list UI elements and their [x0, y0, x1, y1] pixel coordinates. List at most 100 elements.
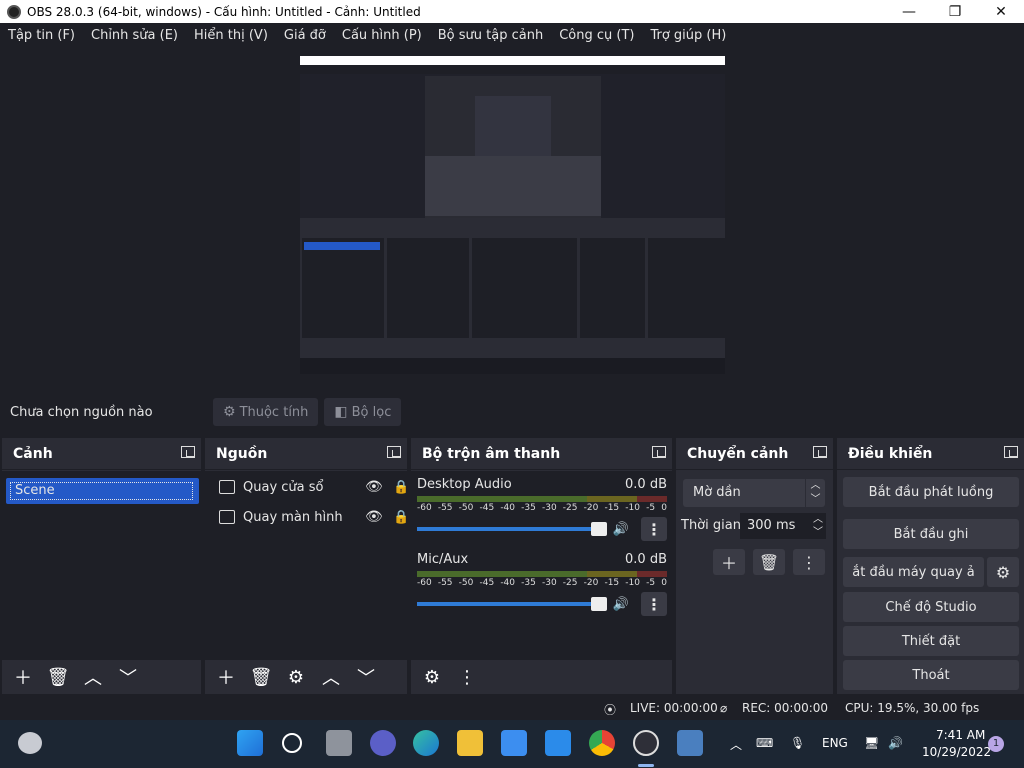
move-scene-up-button[interactable]: ︿ [78, 664, 108, 690]
speaker-icon[interactable]: 🔊 [613, 522, 629, 537]
menu-docks[interactable]: Giá đỡ [284, 28, 326, 43]
filter-icon: ◧ [334, 404, 348, 420]
volume-slider[interactable] [417, 597, 607, 611]
remove-source-button[interactable]: 🗑 [246, 664, 276, 690]
windows-start-icon[interactable] [237, 730, 263, 756]
move-source-down-button[interactable]: ﹀ [351, 664, 381, 690]
remove-scene-button[interactable]: 🗑 [43, 664, 73, 690]
input-language[interactable]: ENG [822, 736, 848, 750]
mixer-dock-header: Bộ trộn âm thanh [411, 438, 672, 470]
menu-view[interactable]: Hiển thị (V) [194, 28, 268, 43]
transitions-body: Mờ dần ︿ ﹀ Thời gian 300 ms ︿ ﹀ ＋ 🗑 ⋮ [676, 471, 833, 694]
slider-handle[interactable] [590, 597, 607, 611]
move-source-up-button[interactable]: ︿ [316, 664, 346, 690]
exit-button[interactable]: Thoát [843, 660, 1019, 690]
properties-button[interactable]: ⚙ Thuộc tính [213, 398, 319, 426]
source-properties-button[interactable]: ⚙ [281, 664, 311, 690]
mixer-channel-mic-aux: Mic/Aux 0.0 dB -60 -55 -50 -45 -40 -35 -30 -25 -2… [417, 552, 667, 616]
add-scene-button[interactable]: ＋ [8, 664, 38, 690]
menu-tools[interactable]: Công cụ (T) [559, 28, 634, 43]
source-item-window-capture[interactable]: Quay cửa sổ 👁 🔒 [205, 473, 409, 501]
source-item-display-capture[interactable]: Quay màn hình 👁 🔒 [205, 503, 409, 531]
obs-taskbar-icon[interactable] [633, 730, 659, 756]
channel-menu-button[interactable]: ⋮ [641, 517, 667, 541]
start-virtual-camera-button[interactable]: ắt đầu máy quay ả [843, 557, 984, 587]
menu-file[interactable]: Tập tin (F) [8, 28, 75, 43]
undock-icon[interactable] [1004, 446, 1018, 458]
file-explorer-icon[interactable] [457, 730, 483, 756]
undock-icon[interactable] [813, 446, 827, 458]
slider-handle[interactable] [590, 522, 607, 536]
sources-title: Nguồn [216, 445, 268, 462]
weather-icon[interactable] [18, 732, 42, 754]
studio-mode-button[interactable]: Chế độ Studio [843, 592, 1019, 622]
scenes-dock: Cảnh Scene ＋ 🗑 ︿ ﹀ [2, 438, 201, 694]
visibility-eye-icon[interactable]: 👁 [365, 479, 383, 495]
transition-select[interactable]: Mờ dần ︿ ﹀ [683, 479, 825, 507]
chrome-icon[interactable] [589, 730, 615, 756]
remote-desktop-icon[interactable] [677, 730, 703, 756]
preview-nested-docks [300, 218, 725, 358]
menu-edit[interactable]: Chỉnh sửa (E) [91, 28, 178, 43]
keyboard-icon[interactable]: ⌨ [756, 736, 773, 750]
mail-icon[interactable] [545, 730, 571, 756]
scene-item[interactable]: Scene [6, 478, 199, 504]
active-app-indicator [638, 764, 654, 767]
settings-button[interactable]: Thiết đặt [843, 626, 1019, 656]
search-icon[interactable] [282, 733, 302, 753]
volume-meter [417, 571, 667, 577]
volume-icon[interactable]: 🔊 [888, 736, 903, 750]
transitions-dock-header: Chuyển cảnh [676, 438, 833, 470]
move-scene-down-button[interactable]: ﹀ [113, 664, 143, 690]
notification-badge[interactable]: 1 [988, 736, 1004, 752]
volume-meter [417, 496, 667, 502]
lock-icon[interactable]: 🔒 [393, 480, 409, 495]
add-transition-button[interactable]: ＋ [713, 549, 745, 575]
preview-nested-taskbar [300, 358, 725, 374]
edge-browser-icon[interactable] [413, 730, 439, 756]
transition-menu-button[interactable]: ⋮ [793, 549, 825, 575]
start-streaming-button[interactable]: Bắt đầu phát luồng [843, 477, 1019, 507]
undock-icon[interactable] [652, 446, 666, 458]
mixer-menu-button[interactable]: ⋮ [452, 664, 482, 690]
microsoft-store-icon[interactable] [501, 730, 527, 756]
teams-chat-icon[interactable] [370, 730, 396, 756]
status-bar: ⦿ LIVE: 00:00:00 ⌀ REC: 00:00:00 CPU: 19… [0, 696, 1024, 720]
menu-profile[interactable]: Cấu hình (P) [342, 28, 422, 43]
rec-icon: ⌀ [720, 701, 728, 715]
speaker-icon[interactable]: 🔊 [613, 597, 629, 612]
start-recording-button[interactable]: Bắt đầu ghi [843, 519, 1019, 549]
audio-mixer-dock: Bộ trộn âm thanh Desktop Audio 0.0 dB -60… [411, 438, 672, 694]
chevron-up-icon[interactable]: ︿ [730, 736, 742, 753]
preview-canvas[interactable] [300, 56, 725, 374]
channel-menu-button[interactable]: ⋮ [641, 592, 667, 616]
maximize-button[interactable]: ❐ [932, 0, 978, 23]
menu-help[interactable]: Trợ giúp (H) [650, 28, 726, 43]
mixer-title: Bộ trộn âm thanh [422, 445, 561, 462]
preview-menu-strip [300, 65, 725, 74]
close-button[interactable]: ✕ [978, 0, 1024, 23]
duration-spinbox[interactable]: 300 ms ︿ ﹀ [740, 513, 826, 539]
lock-icon[interactable]: 🔒 [393, 510, 409, 525]
clock-time[interactable]: 7:41 AM [936, 728, 985, 742]
channel-name: Desktop Audio [417, 477, 512, 492]
visibility-eye-icon[interactable]: 👁 [365, 509, 383, 525]
preview-area [0, 48, 1024, 388]
advanced-audio-gear-icon[interactable]: ⚙ [417, 664, 447, 690]
clock-date[interactable]: 10/29/2022 [922, 745, 991, 759]
task-view-icon[interactable] [326, 730, 352, 756]
virtual-camera-gear-icon[interactable]: ⚙ [987, 557, 1019, 587]
network-icon[interactable]: 🖥 [864, 736, 879, 750]
volume-slider[interactable] [417, 522, 607, 536]
scenes-toolbar: ＋ 🗑 ︿ ﹀ [2, 660, 201, 694]
menu-scene-collection[interactable]: Bộ sưu tập cảnh [438, 28, 543, 43]
spin-arrows-icon[interactable]: ︿ ﹀ [813, 513, 823, 539]
minimize-button[interactable]: — [886, 0, 932, 23]
transitions-title: Chuyển cảnh [687, 445, 789, 462]
add-source-button[interactable]: ＋ [211, 664, 241, 690]
undock-icon[interactable] [387, 446, 401, 458]
undock-icon[interactable] [181, 446, 195, 458]
filters-button[interactable]: ◧ Bộ lọc [324, 398, 402, 426]
remove-transition-button[interactable]: 🗑 [753, 549, 785, 575]
microphone-icon[interactable]: 🎙 [790, 736, 805, 750]
